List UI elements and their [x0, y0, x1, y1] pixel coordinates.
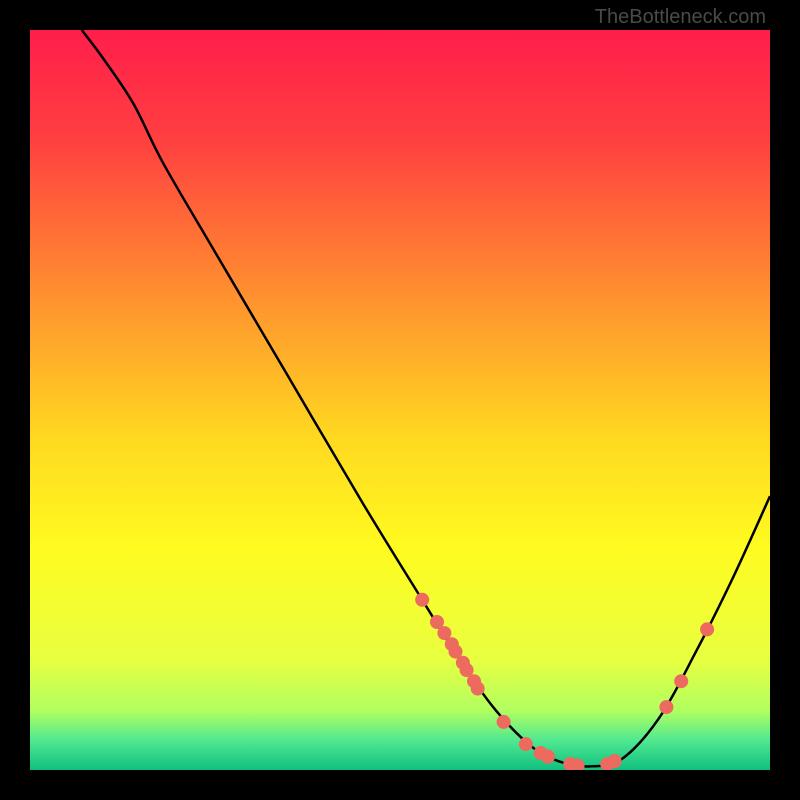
bottleneck-curve: [82, 30, 770, 766]
chart-container: [30, 30, 770, 770]
data-marker: [471, 682, 485, 696]
data-marker: [497, 715, 511, 729]
data-marker: [608, 754, 622, 768]
data-marker: [415, 593, 429, 607]
data-marker: [700, 622, 714, 636]
data-marker: [541, 750, 555, 764]
data-marker: [659, 700, 673, 714]
data-marker: [674, 674, 688, 688]
watermark-text: TheBottleneck.com: [595, 6, 766, 29]
chart-svg: [30, 30, 770, 770]
data-marker: [519, 737, 533, 751]
